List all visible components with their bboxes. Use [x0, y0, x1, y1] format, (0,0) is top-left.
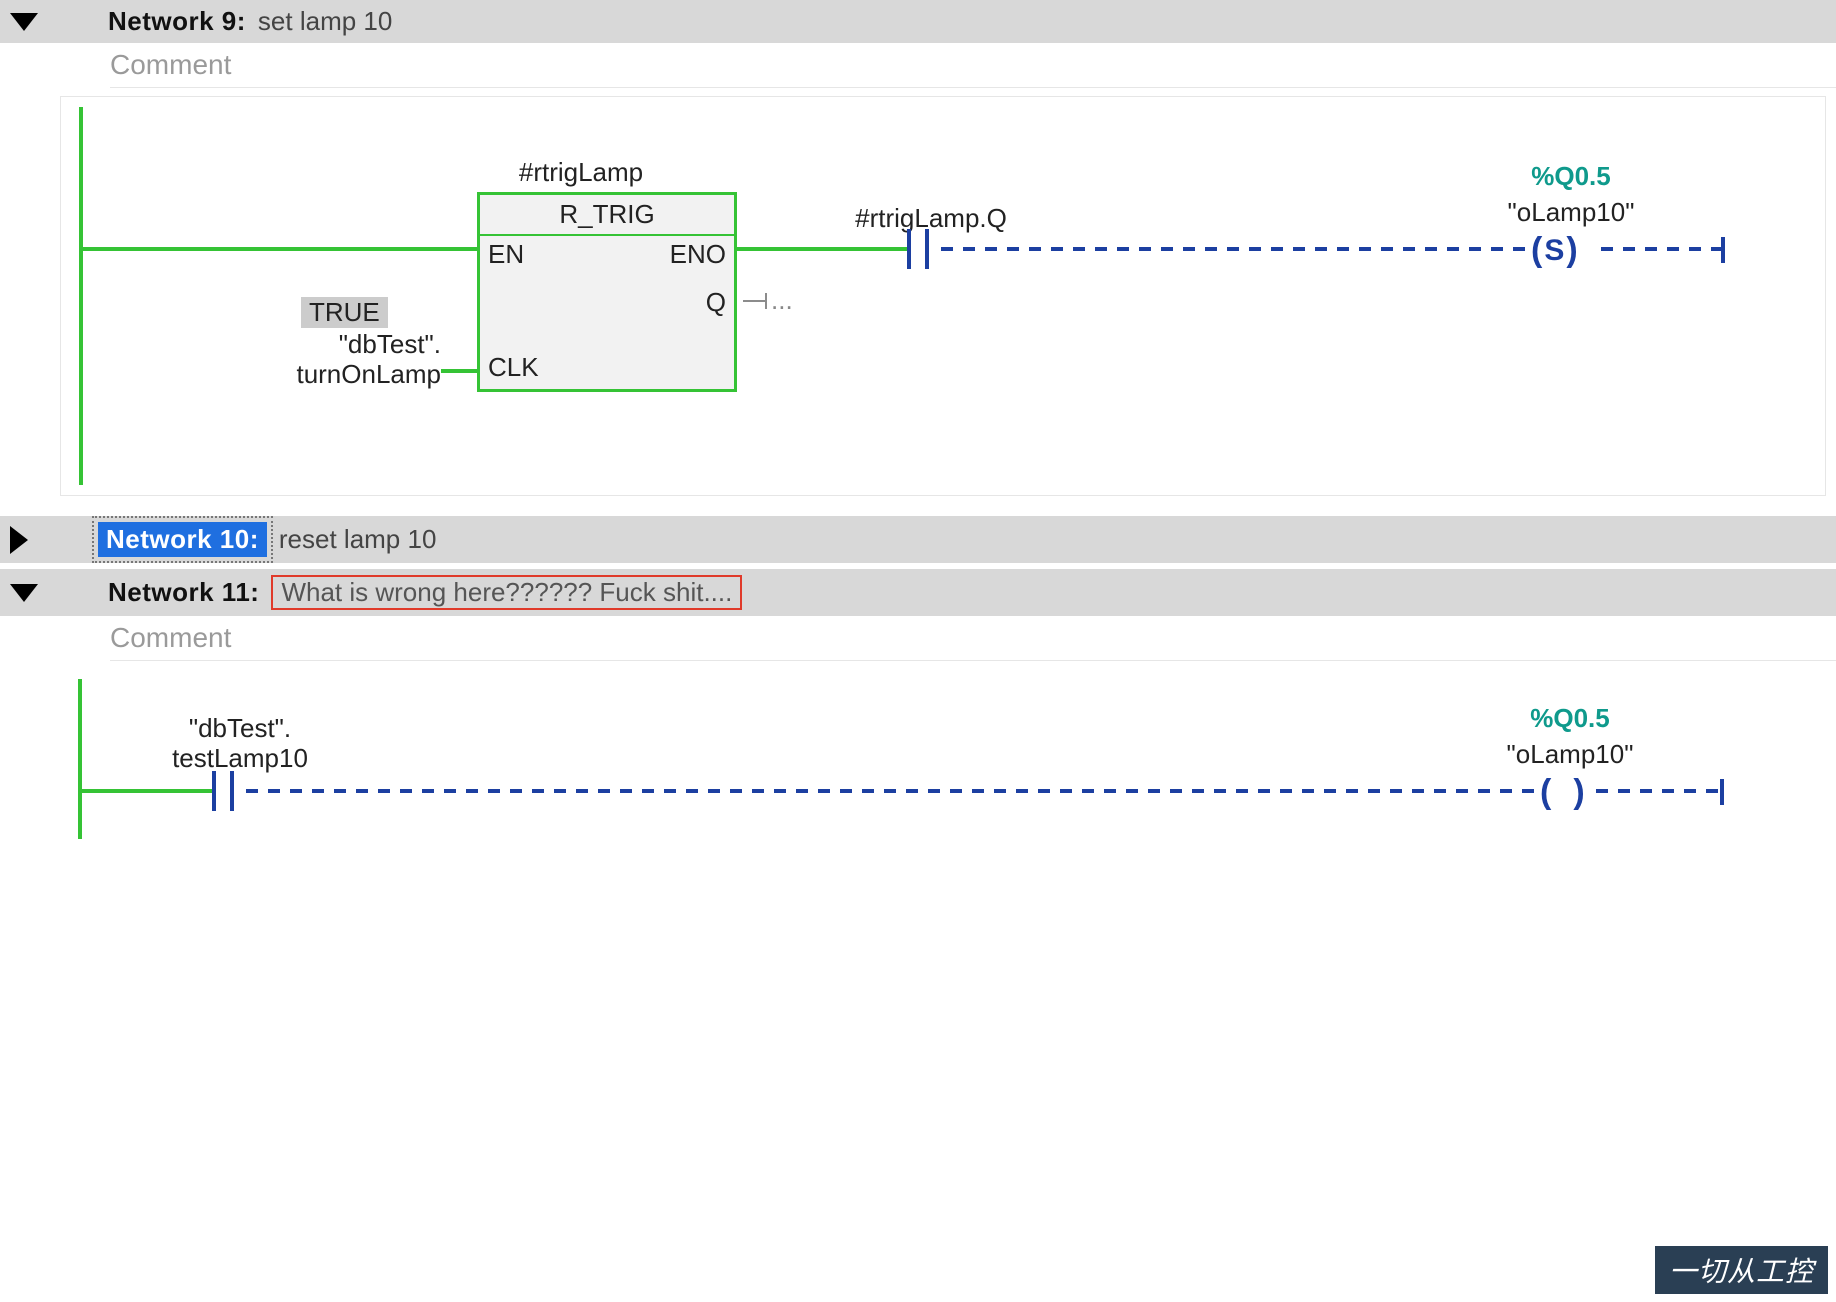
clk-tag-line2[interactable]: turnOnLamp — [181, 359, 441, 390]
fb-instance-tag[interactable]: #rtrigLamp — [421, 157, 741, 188]
wire-rail-to-contact — [82, 789, 212, 793]
network-11-label: Network 11: — [108, 577, 259, 608]
coil-address-11[interactable]: %Q0.5 — [1440, 703, 1700, 734]
contact-rtrig-q-tag[interactable]: #rtrigLamp.Q — [801, 203, 1061, 234]
network-11-comment[interactable]: Comment — [110, 622, 1836, 661]
wire-eno-out — [737, 247, 907, 251]
clk-value-chip: TRUE — [301, 297, 388, 328]
fb-pin-clk: CLK — [488, 352, 539, 383]
fb-pin-q: Q — [706, 287, 726, 318]
chevron-right-icon[interactable] — [10, 526, 28, 554]
network-9-rung[interactable]: #rtrigLamp R_TRIG EN ENO Q CLK ... TRUE … — [60, 96, 1826, 496]
contact-icon — [925, 229, 929, 269]
coil-paren-left: ( — [1531, 231, 1542, 270]
wire-svg — [61, 97, 1825, 495]
chevron-down-icon[interactable] — [10, 13, 38, 31]
coil-olamp10[interactable]: ( ) — [1540, 773, 1585, 812]
contact-testlamp10[interactable] — [212, 771, 234, 811]
power-rail — [78, 679, 82, 839]
chevron-down-icon[interactable] — [10, 584, 38, 602]
wire-clk — [441, 369, 477, 373]
network-11-title[interactable]: What is wrong here?????? Fuck shit.... — [271, 575, 742, 610]
coil-paren-right: ) — [1573, 773, 1584, 812]
network-10-label[interactable]: Network 10: — [98, 522, 267, 557]
network-11-header[interactable]: Network 11: What is wrong here?????? Fuc… — [0, 569, 1836, 616]
coil-name[interactable]: "oLamp10" — [1441, 197, 1701, 228]
coil-paren-left: ( — [1540, 773, 1551, 812]
network-9-comment[interactable]: Comment — [110, 49, 1836, 88]
fb-pin-eno: ENO — [670, 239, 726, 270]
contact-icon — [212, 771, 216, 811]
set-coil[interactable]: ( S ) — [1531, 231, 1578, 270]
fb-q-stub-text: ... — [771, 285, 793, 316]
coil-address[interactable]: %Q0.5 — [1441, 161, 1701, 192]
coil-name-11[interactable]: "oLamp10" — [1440, 739, 1700, 770]
contact-tag-line2[interactable]: testLamp10 — [120, 743, 360, 774]
network-9-label: Network 9: — [108, 6, 246, 37]
wire-endcap — [1720, 779, 1724, 805]
contact-icon — [907, 229, 911, 269]
clk-tag-line1[interactable]: "dbTest". — [181, 329, 441, 360]
wire-endcap — [1721, 237, 1725, 263]
contact-icon — [230, 771, 234, 811]
contact-tag-line1[interactable]: "dbTest". — [120, 713, 360, 744]
fb-type-label: R_TRIG — [480, 195, 734, 236]
network-10-title[interactable]: reset lamp 10 — [279, 524, 437, 555]
network-10-header[interactable]: Network 10: reset lamp 10 — [0, 516, 1836, 563]
contact-rtrig-q[interactable] — [907, 229, 929, 269]
r-trig-block[interactable]: R_TRIG EN ENO Q CLK — [477, 192, 737, 392]
network-9-title[interactable]: set lamp 10 — [258, 6, 392, 37]
network-9-header[interactable]: Network 9: set lamp 10 — [0, 0, 1836, 43]
wire-rail-to-en — [83, 247, 477, 251]
power-rail — [79, 107, 83, 485]
network-11-rung[interactable]: "dbTest". testLamp10 %Q0.5 "oLamp10" ( ) — [60, 669, 1826, 849]
pin-stub-icon — [743, 300, 765, 302]
fb-pin-en: EN — [488, 239, 524, 270]
watermark: 一切从工控 — [1655, 1246, 1828, 1294]
coil-paren-right: ) — [1566, 231, 1577, 270]
fb-q-stub[interactable]: ... — [743, 285, 793, 316]
coil-type: S — [1544, 234, 1564, 268]
